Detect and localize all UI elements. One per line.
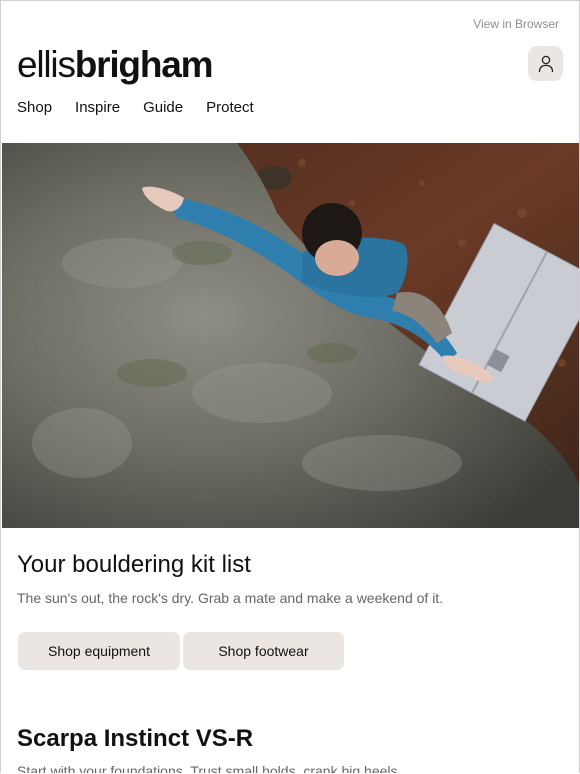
- main-nav: Shop Inspire Guide Protect: [17, 99, 254, 116]
- kit-list-heading: Your bouldering kit list: [17, 551, 251, 578]
- nav-item-guide[interactable]: Guide: [143, 99, 183, 116]
- shop-footwear-button[interactable]: Shop footwear: [183, 632, 344, 670]
- account-button[interactable]: [528, 46, 563, 81]
- product-subtitle: Start with your foundations. Trust small…: [17, 763, 402, 773]
- nav-item-shop[interactable]: Shop: [17, 99, 52, 116]
- hero-illustration: [2, 143, 579, 528]
- email-frame: View in Browser ellisbrigham Shop Inspir…: [0, 0, 580, 773]
- nav-item-protect[interactable]: Protect: [206, 99, 254, 116]
- ellis-brigham-logo[interactable]: ellisbrigham: [17, 43, 214, 87]
- kit-list-subtitle: The sun's out, the rock's dry. Grab a ma…: [17, 590, 444, 606]
- nav-item-inspire[interactable]: Inspire: [75, 99, 120, 116]
- hero-image-climber[interactable]: [2, 143, 579, 528]
- user-icon: [538, 55, 553, 72]
- shop-equipment-button[interactable]: Shop equipment: [18, 632, 180, 670]
- logo-part-ellis: ellis: [17, 44, 76, 85]
- view-in-browser-link[interactable]: View in Browser: [473, 17, 559, 31]
- product-heading: Scarpa Instinct VS-R: [17, 725, 254, 752]
- logo-part-brigham: brigham: [74, 44, 214, 85]
